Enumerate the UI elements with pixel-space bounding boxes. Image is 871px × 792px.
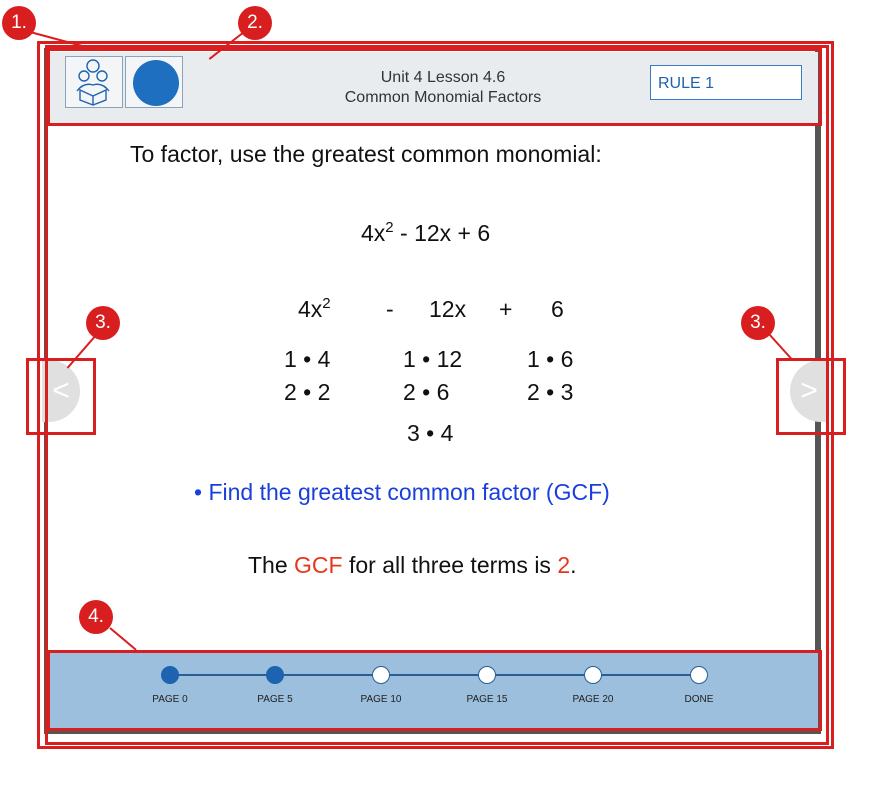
annotation-box-frame [45, 45, 829, 745]
annotation-callout-3-right: 3. [741, 306, 775, 340]
annotation-callout-1: 1. [2, 6, 36, 40]
annotation-callout-3-left: 3. [86, 306, 120, 340]
annotation-box-3-left [26, 358, 96, 435]
annotation-box-4 [47, 650, 822, 731]
annotation-callout-4: 4. [79, 600, 113, 634]
annotation-box-3-right [776, 358, 846, 435]
annotation-callout-2: 2. [238, 6, 272, 40]
annotation-box-2 [47, 48, 822, 126]
